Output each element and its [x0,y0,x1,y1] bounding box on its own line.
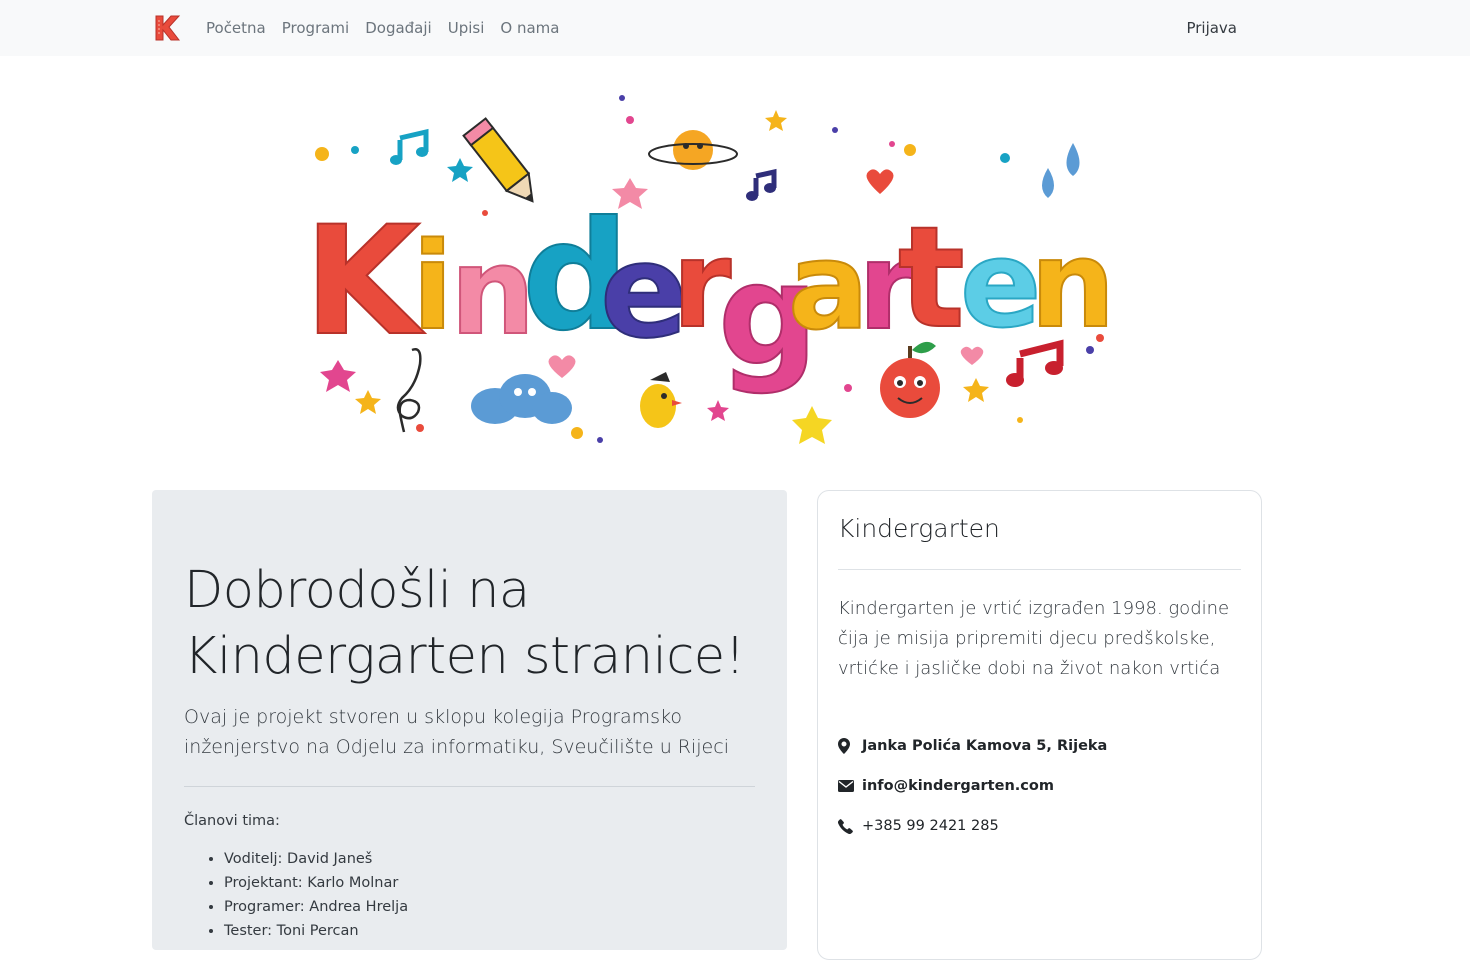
contact-list: Janka Polića Kamova 5, Rijeka info@kinde… [838,726,1241,846]
svg-text:n: n [1030,216,1115,355]
nav-links: Početna Programi Događaji Upisi O nama [206,0,575,56]
card-description: Kindergarten je vrtić izgrađen 1998. god… [838,598,1230,679]
nav-link-upisi[interactable]: Upisi [448,19,485,37]
contact-address: Janka Polića Kamova 5, Rijeka [838,726,1241,766]
svg-text:t: t [898,197,965,360]
envelope-icon [838,780,862,792]
team-member-tester: Tester: Toni Percan [224,919,755,943]
bird-icon [640,372,682,428]
water-drop-icon [1042,143,1080,198]
team-member-programer: Programer: Andrea Hrelja [224,895,755,919]
team-list: Voditelj: David Janeš Projektant: Karlo … [184,847,755,943]
svg-text:i: i [412,218,453,357]
contact-email: info@kindergarten.com [838,766,1241,806]
kindergarten-k-logo-icon[interactable] [152,12,182,44]
address-text: Janka Polića Kamova 5, Rijeka [862,738,1108,754]
team-member-voditelj: Voditelj: David Janeš [224,847,755,871]
team-title: Članovi tima: [184,813,280,829]
nav-link-o-nama[interactable]: O nama [500,19,559,37]
nav-link-programi[interactable]: Programi [282,19,349,37]
nav-link-pocetna[interactable]: Početna [206,19,266,37]
login-link[interactable]: Prijava [1186,0,1237,56]
welcome-title: Dobrodošli na Kindergarten stranice! [184,561,745,686]
welcome-lead: Ovaj je projekt stvoren u sklopu kolegij… [184,706,729,758]
contact-phone: +385 99 2421 285 [838,806,1241,846]
kindergarten-hero-banner: K i n d e r g a r t e n [303,95,1116,444]
welcome-jumbotron: Dobrodošli na Kindergarten stranice! Ova… [152,490,787,950]
divider [184,786,755,787]
planet-icon [648,130,738,170]
info-card: Kindergarten Kindergarten je vrtić izgra… [817,490,1262,960]
phone-text[interactable]: +385 99 2421 285 [862,818,999,834]
navbar: Početna Programi Događaji Upisi O nama P… [0,0,1470,56]
nav-link-dogadaji[interactable]: Događaji [365,19,432,37]
cloud-icon [471,374,572,424]
card-divider [838,569,1241,570]
team-member-projektant: Projektant: Karlo Molnar [224,871,755,895]
map-marker-icon [838,738,862,754]
card-title: Kindergarten [838,514,1000,543]
email-link[interactable]: info@kindergarten.com [862,778,1054,794]
kindergarten-lettering: K i n d e r g a r t e n [303,189,1116,398]
svg-text:a: a [788,218,869,357]
phone-icon [838,818,862,834]
svg-text:K: K [304,195,425,369]
